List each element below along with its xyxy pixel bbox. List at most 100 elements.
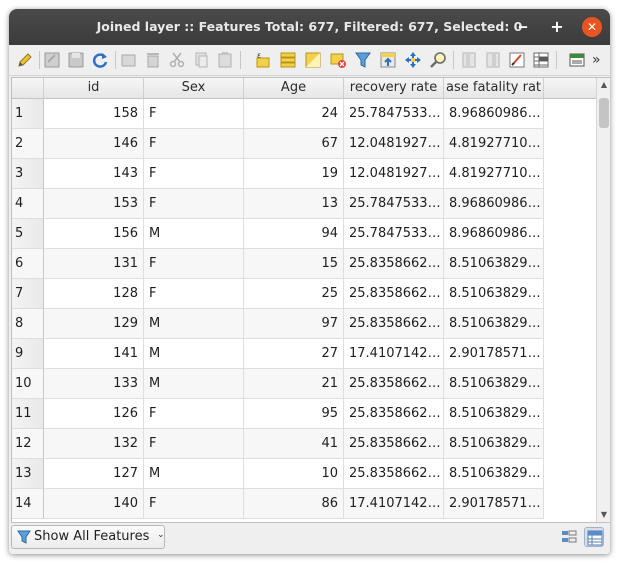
delete-feature-icon[interactable] [143, 50, 163, 70]
cell-sex[interactable]: F [144, 429, 244, 459]
cell-recovery-rate[interactable]: 25.8358662… [344, 309, 444, 339]
cell-sex[interactable]: F [144, 249, 244, 279]
cell-sex[interactable]: M [144, 339, 244, 369]
paste-icon[interactable] [215, 50, 235, 70]
cell-id[interactable]: 128 [44, 279, 144, 309]
cell-id[interactable]: 131 [44, 249, 144, 279]
row-header[interactable]: 11 [12, 399, 44, 429]
delete-field-icon[interactable] [483, 50, 503, 70]
cell-sex[interactable]: F [144, 279, 244, 309]
new-field-icon[interactable] [459, 50, 479, 70]
cell-age[interactable]: 19 [244, 159, 344, 189]
cell-sex[interactable]: F [144, 399, 244, 429]
column-header-fatality-rate[interactable]: ase fatality rat [444, 78, 544, 98]
table-row[interactable]: 13 127 M 10 25.8358662… 8.51063829… [12, 459, 552, 489]
cell-recovery-rate[interactable]: 12.0481927… [344, 159, 444, 189]
cell-fatality-rate[interactable]: 8.51063829… [444, 309, 544, 339]
cell-id[interactable]: 146 [44, 129, 144, 159]
save-edits-icon[interactable] [42, 50, 62, 70]
cell-fatality-rate[interactable]: 8.51063829… [444, 249, 544, 279]
cell-sex[interactable]: F [144, 99, 244, 129]
table-row[interactable]: 6 131 F 15 25.8358662… 8.51063829… [12, 249, 552, 279]
filter-icon[interactable] [353, 50, 373, 70]
cell-recovery-rate[interactable]: 25.7847533… [344, 99, 444, 129]
table-row[interactable]: 12 132 F 41 25.8358662… 8.51063829… [12, 429, 552, 459]
cell-age[interactable]: 94 [244, 219, 344, 249]
cell-fatality-rate[interactable]: 2.90178571… [444, 339, 544, 369]
pencil-icon[interactable] [15, 50, 35, 70]
table-row[interactable]: 11 126 F 95 25.8358662… 8.51063829… [12, 399, 552, 429]
cell-fatality-rate[interactable]: 8.51063829… [444, 279, 544, 309]
cell-id[interactable]: 158 [44, 99, 144, 129]
form-view-button[interactable] [559, 527, 579, 547]
table-row[interactable]: 14 140 F 86 17.4107142… 2.90178571… [12, 489, 552, 519]
cell-id[interactable]: 133 [44, 369, 144, 399]
cell-age[interactable]: 27 [244, 339, 344, 369]
cell-id[interactable]: 141 [44, 339, 144, 369]
cell-id[interactable]: 127 [44, 459, 144, 489]
cell-recovery-rate[interactable]: 25.8358662… [344, 429, 444, 459]
cell-id[interactable]: 129 [44, 309, 144, 339]
table-row[interactable]: 3 143 F 19 12.0481927… 4.81927710… [12, 159, 552, 189]
table-row[interactable]: 5 156 M 94 25.7847533… 8.96860986… [12, 219, 552, 249]
pan-to-selection-icon[interactable] [403, 50, 423, 70]
column-header-sex[interactable]: Sex [144, 78, 244, 98]
row-header[interactable]: 6 [12, 249, 44, 279]
minimize-button[interactable]: ‒ [513, 17, 533, 37]
table-row[interactable]: 7 128 F 25 25.8358662… 8.51063829… [12, 279, 552, 309]
cell-age[interactable]: 24 [244, 99, 344, 129]
cell-id[interactable]: 153 [44, 189, 144, 219]
cell-age[interactable]: 97 [244, 309, 344, 339]
cell-recovery-rate[interactable]: 17.4107142… [344, 339, 444, 369]
row-header[interactable]: 13 [12, 459, 44, 489]
cell-recovery-rate[interactable]: 25.8358662… [344, 249, 444, 279]
invert-selection-icon[interactable] [303, 50, 323, 70]
cell-recovery-rate[interactable]: 25.7847533… [344, 189, 444, 219]
table-row[interactable]: 1 158 F 24 25.7847533… 8.96860986… [12, 99, 552, 129]
cell-fatality-rate[interactable]: 4.81927710… [444, 159, 544, 189]
cell-fatality-rate[interactable]: 8.51063829… [444, 369, 544, 399]
table-row[interactable]: 10 133 M 21 25.8358662… 8.51063829… [12, 369, 552, 399]
cell-sex[interactable]: M [144, 369, 244, 399]
row-header[interactable]: 7 [12, 279, 44, 309]
cell-recovery-rate[interactable]: 25.8358662… [344, 459, 444, 489]
row-header[interactable]: 5 [12, 219, 44, 249]
row-header[interactable]: 3 [12, 159, 44, 189]
cell-age[interactable]: 10 [244, 459, 344, 489]
cell-fatality-rate[interactable]: 8.96860986… [444, 189, 544, 219]
title-bar[interactable]: Joined layer :: Features Total: 677, Fil… [9, 9, 610, 45]
row-header[interactable]: 9 [12, 339, 44, 369]
more-icon[interactable]: » [592, 50, 610, 70]
cell-id[interactable]: 143 [44, 159, 144, 189]
row-header[interactable]: 1 [12, 99, 44, 129]
zoom-to-selection-icon[interactable] [428, 50, 448, 70]
column-header-recovery-rate[interactable]: recovery rate [344, 78, 444, 98]
row-header[interactable]: 2 [12, 129, 44, 159]
cell-fatality-rate[interactable]: 2.90178571… [444, 489, 544, 519]
cell-sex[interactable]: F [144, 489, 244, 519]
cut-icon[interactable] [167, 50, 187, 70]
cell-id[interactable]: 156 [44, 219, 144, 249]
column-header-id[interactable]: id [44, 78, 144, 98]
deselect-icon[interactable] [328, 50, 348, 70]
cell-age[interactable]: 95 [244, 399, 344, 429]
cell-age[interactable]: 67 [244, 129, 344, 159]
cell-age[interactable]: 86 [244, 489, 344, 519]
field-calculator-icon[interactable] [507, 50, 527, 70]
cell-id[interactable]: 132 [44, 429, 144, 459]
scroll-up-arrow-icon[interactable]: ▲ [597, 78, 610, 92]
conditional-formatting-icon[interactable] [531, 50, 551, 70]
cell-sex[interactable]: F [144, 129, 244, 159]
cell-age[interactable]: 13 [244, 189, 344, 219]
column-header-age[interactable]: Age [244, 78, 344, 98]
cell-sex[interactable]: M [144, 309, 244, 339]
save-icon[interactable] [66, 50, 86, 70]
cell-fatality-rate[interactable]: 8.51063829… [444, 429, 544, 459]
cell-fatality-rate[interactable]: 8.51063829… [444, 399, 544, 429]
row-header[interactable]: 4 [12, 189, 44, 219]
table-row[interactable]: 4 153 F 13 25.7847533… 8.96860986… [12, 189, 552, 219]
row-header[interactable]: 10 [12, 369, 44, 399]
cell-sex[interactable]: F [144, 189, 244, 219]
cell-age[interactable]: 15 [244, 249, 344, 279]
copy-icon[interactable] [191, 50, 211, 70]
